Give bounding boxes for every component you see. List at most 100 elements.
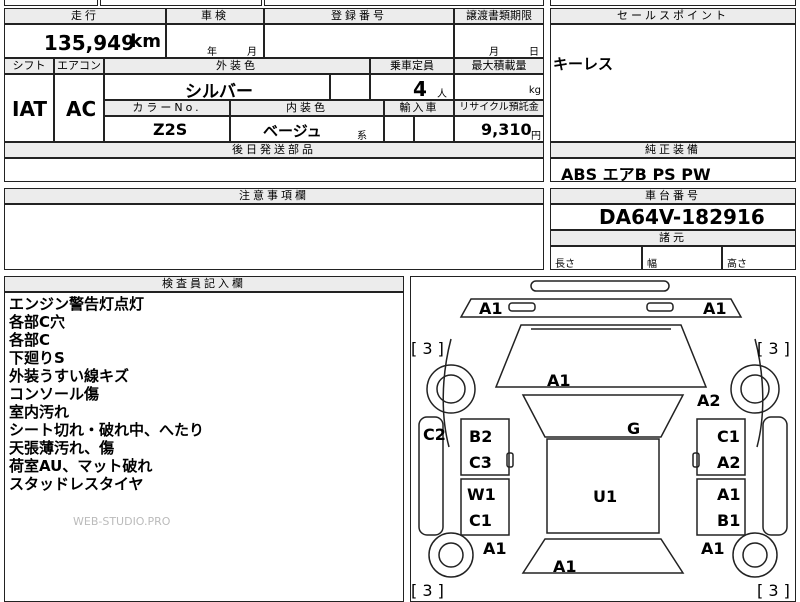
inspector-header: 検査員記入欄 bbox=[4, 276, 404, 292]
import-cell-a bbox=[384, 116, 414, 142]
shift-cell: IAT bbox=[4, 74, 54, 142]
capacity-header: 乗車定員 bbox=[370, 58, 454, 74]
max-load-header: 最大積載量 bbox=[454, 58, 544, 74]
inspection-header: 車検 bbox=[166, 8, 264, 24]
top-partial-cell bbox=[264, 0, 544, 6]
mileage-cell: 135,949 km bbox=[4, 24, 166, 58]
aircon-header: エアコン bbox=[54, 58, 104, 74]
import-cell-b bbox=[414, 116, 454, 142]
inspector-line: 荷室AU、マット破れ bbox=[9, 457, 153, 475]
tire-front-right bbox=[730, 364, 780, 414]
interior-suffix: 系 bbox=[357, 131, 367, 142]
mark-a1-rear-left: A1 bbox=[483, 539, 507, 558]
inspector-line: 室内汚れ bbox=[9, 403, 70, 421]
chassis-value: DA64V-182916 bbox=[599, 205, 765, 229]
rear-window-shape bbox=[521, 538, 685, 574]
specs-header: 諸元 bbox=[550, 230, 796, 246]
genuine-cell: ABS エアB PS PW bbox=[550, 158, 796, 184]
mark-u1: U1 bbox=[593, 487, 618, 506]
specs-width-cell: 幅 bbox=[642, 246, 722, 270]
mark-tire-left-top: [ 3 ] bbox=[411, 339, 444, 358]
mark-a2-right: A2 bbox=[717, 453, 741, 472]
inspector-cell: エンジン警告灯点灯 各部C穴 各部C 下廻りS 外装うすい線キズ コンソール傷 … bbox=[4, 292, 404, 602]
inspection-year: 年 bbox=[207, 47, 217, 58]
mileage-unit: km bbox=[130, 31, 161, 52]
transfer-day: 日 bbox=[529, 47, 539, 58]
mark-a1-rear-right: A1 bbox=[701, 539, 725, 558]
interior-cell: ベージュ 系 bbox=[230, 116, 384, 142]
headlight-left-shape bbox=[508, 302, 536, 312]
later-parts-header: 後日発送部品 bbox=[4, 142, 544, 158]
specs-height-cell: 高さ bbox=[722, 246, 796, 270]
mark-left-c2: C2 bbox=[423, 425, 446, 444]
recycle-unit: 円 bbox=[531, 131, 541, 142]
later-parts-cell bbox=[4, 158, 544, 182]
mark-b2: B2 bbox=[469, 427, 493, 446]
capacity-value: 4 bbox=[413, 77, 427, 101]
right-side-strip bbox=[762, 416, 788, 536]
notes-cell bbox=[4, 204, 544, 270]
windshield-shape bbox=[521, 394, 685, 438]
top-partial-cell bbox=[550, 0, 796, 6]
exterior-cell: シルバー bbox=[104, 74, 330, 102]
inspector-line: エンジン警告灯点灯 bbox=[9, 295, 145, 313]
mark-a1-right: A1 bbox=[717, 485, 741, 504]
inspector-line: コンソール傷 bbox=[9, 385, 100, 403]
mark-top-right: A1 bbox=[703, 299, 727, 318]
specs-width-label: 幅 bbox=[647, 259, 657, 270]
exterior-value: シルバー bbox=[185, 82, 253, 102]
import-header: 輸入車 bbox=[384, 100, 454, 116]
recycle-cell: 9,310 円 bbox=[454, 116, 544, 142]
hood-shape bbox=[494, 324, 708, 388]
capacity-unit: 人 bbox=[437, 89, 447, 100]
inspection-cell: 年 月 bbox=[166, 24, 264, 58]
transfer-header: 譲渡書類期限 bbox=[454, 8, 544, 24]
sales-point-text: キーレス bbox=[553, 55, 614, 73]
color-no-value: Z2S bbox=[153, 120, 188, 139]
mileage-value: 135,949 bbox=[43, 31, 135, 55]
chassis-cell: DA64V-182916 bbox=[550, 204, 796, 230]
mark-c1-left: C1 bbox=[469, 511, 492, 530]
top-partial-cell bbox=[4, 0, 98, 6]
notes-header: 注意事項欄 bbox=[4, 188, 544, 204]
inspector-line: スタッドレスタイヤ bbox=[9, 475, 144, 493]
tire-front-left bbox=[426, 364, 476, 414]
mark-c3: C3 bbox=[469, 453, 492, 472]
registration-header: 登録番号 bbox=[264, 8, 454, 24]
sales-point-header: セールスポイント bbox=[550, 8, 796, 24]
roof-shape bbox=[546, 438, 660, 534]
inspector-line: シート切れ・破れ中、へたり bbox=[9, 421, 205, 439]
mark-fender-right: A2 bbox=[697, 391, 721, 410]
genuine-header: 純正装備 bbox=[550, 142, 796, 158]
recycle-value: 9,310 bbox=[481, 120, 532, 139]
car-diagram: A1 A1 [ 3 ] [ 3 ] A1 A2 C2 B2 C3 G C1 A2… bbox=[410, 276, 796, 602]
max-load-unit: kg bbox=[528, 85, 541, 96]
front-bumper-shape bbox=[530, 280, 670, 292]
shift-value: IAT bbox=[12, 97, 48, 121]
inspector-line: 天張薄汚れ、傷 bbox=[9, 439, 115, 457]
mark-a1-bottom: A1 bbox=[553, 557, 577, 576]
interior-header: 内装色 bbox=[230, 100, 384, 116]
headlight-right-shape bbox=[646, 302, 674, 312]
mark-b1-right: B1 bbox=[717, 511, 741, 530]
aircon-value: AC bbox=[66, 97, 97, 121]
top-partial-cell bbox=[100, 0, 262, 6]
front-panel-shape bbox=[459, 298, 743, 318]
mark-w1: W1 bbox=[467, 485, 496, 504]
mark-c1-right: C1 bbox=[717, 427, 740, 446]
interior-value: ベージュ bbox=[263, 122, 322, 140]
mark-tire-right-top: [ 3 ] bbox=[757, 339, 790, 358]
chassis-header: 車台番号 bbox=[550, 188, 796, 204]
tire-rear-left bbox=[428, 532, 474, 578]
specs-length-label: 長さ bbox=[555, 259, 575, 270]
inspection-month: 月 bbox=[247, 47, 257, 58]
shift-header: シフト bbox=[4, 58, 54, 74]
inspector-line: 外装うすい線キズ bbox=[9, 367, 130, 385]
color-no-header: カラーNo. bbox=[104, 100, 230, 116]
mark-tire-right-bottom: [ 3 ] bbox=[757, 581, 790, 600]
transfer-cell: 月 日 bbox=[454, 24, 544, 58]
capacity-cell: 4 人 bbox=[370, 74, 454, 101]
inspector-line: 下廻りS bbox=[9, 349, 65, 367]
mark-top-left: A1 bbox=[479, 299, 503, 318]
sales-point-cell: キーレス bbox=[550, 24, 796, 142]
